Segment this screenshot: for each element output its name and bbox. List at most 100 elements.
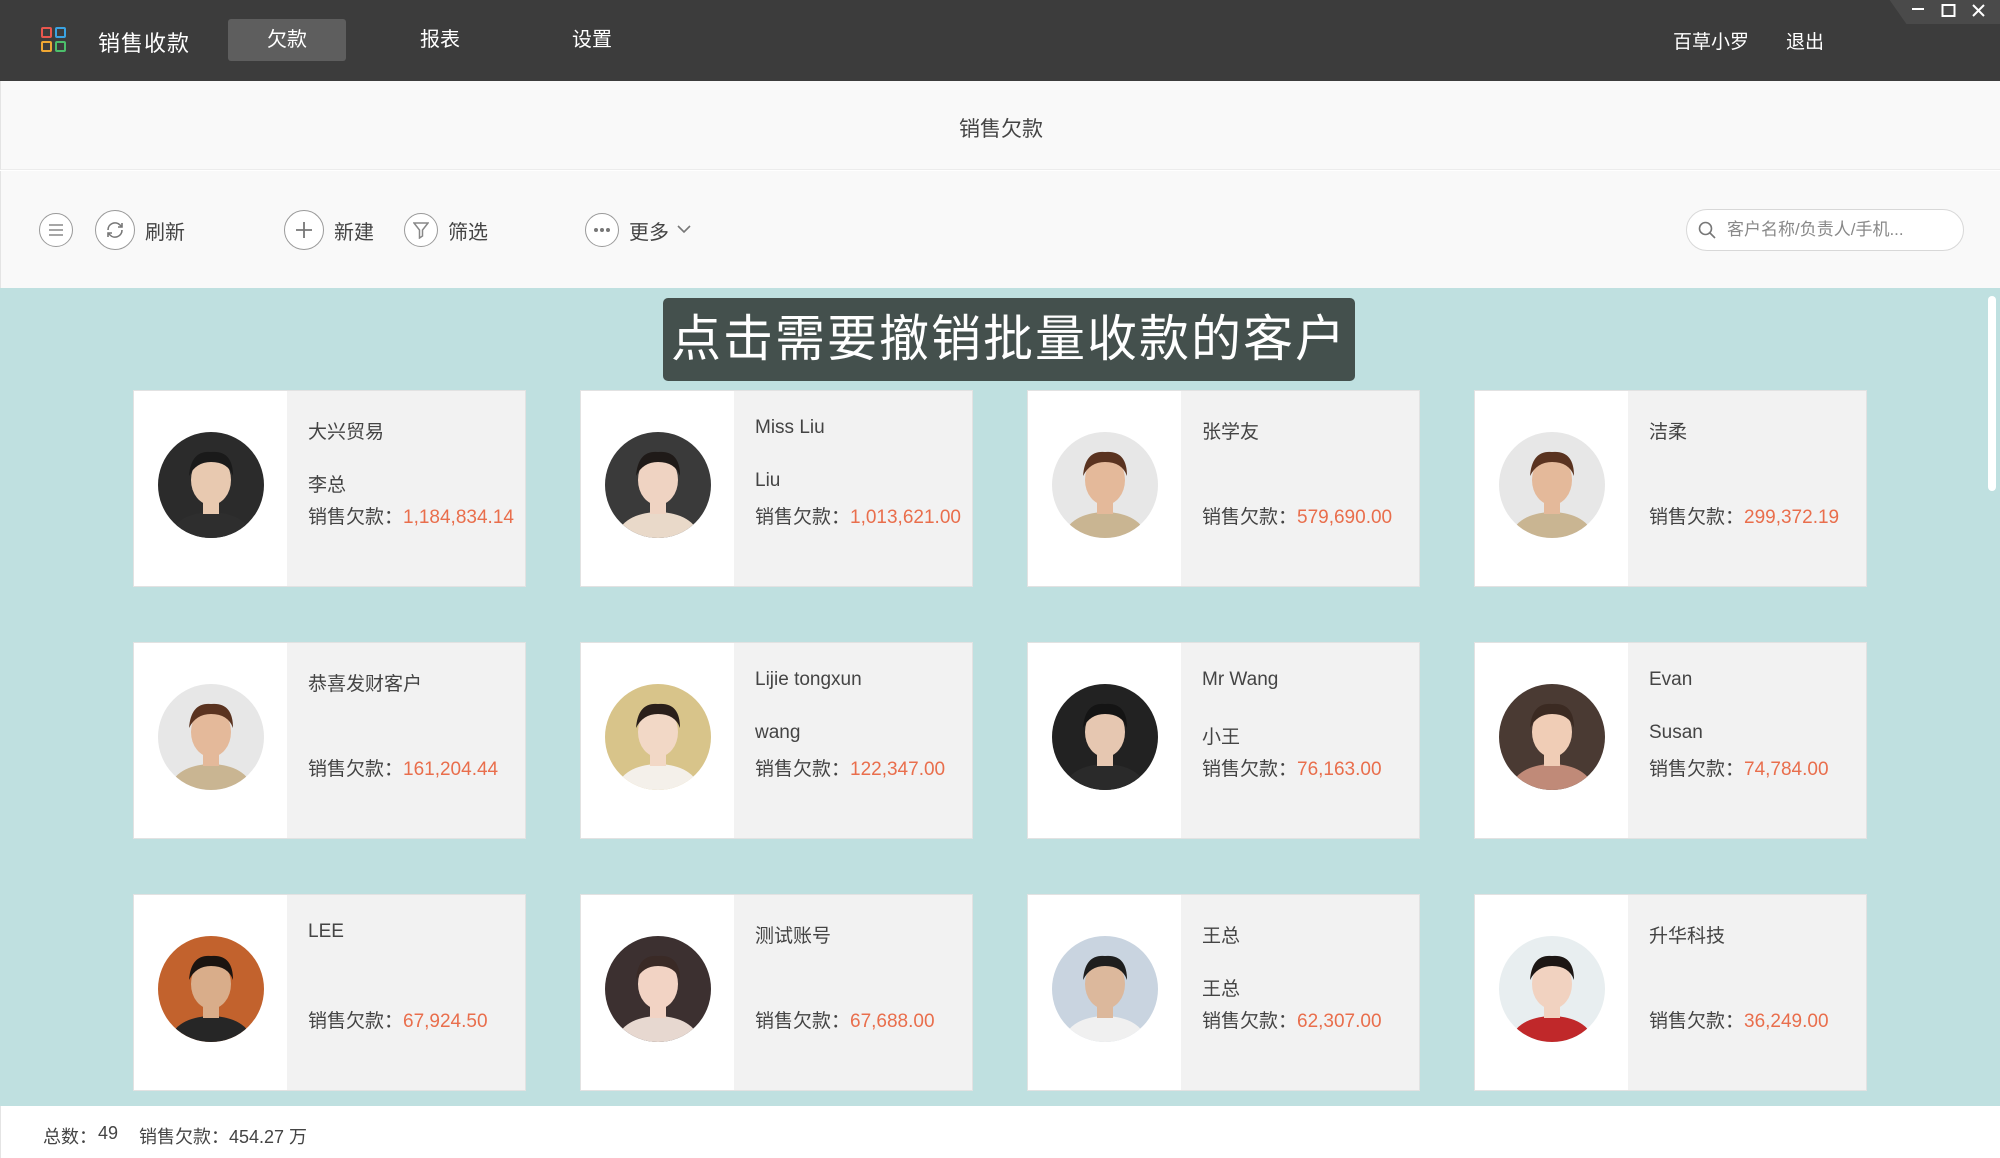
customer-debt: 销售欠款：62,307.00 [1202,1006,1382,1033]
title-bar: 销售收款 欠款 报表 设置 百草小罗 退出 [0,0,2000,81]
scrollbar[interactable] [1988,296,1996,491]
customer-card[interactable]: LEE 销售欠款：67,924.50 [133,894,526,1091]
card-avatar-panel [1028,895,1181,1090]
customer-card[interactable]: Evan Susan 销售欠款：74,784.00 [1474,642,1867,839]
tab-debt[interactable]: 欠款 [228,19,346,61]
plus-icon [284,210,324,250]
card-avatar-panel [134,895,287,1090]
debt-label: 销售欠款： [755,507,851,528]
chevron-down-icon [677,221,691,239]
debt-value: 1,013,621.00 [850,507,961,528]
customer-grid: 点击需要撤销批量收款的客户 大兴贸易 李总 销售欠款：1,184,834.14 Mis… [0,288,2000,1106]
card-avatar-panel [1028,391,1181,586]
customer-card[interactable]: 王总 王总 销售欠款：62,307.00 [1027,894,1420,1091]
search-box[interactable] [1686,209,1964,251]
debt-value: 74,784.00 [1744,759,1829,780]
menu-button[interactable] [39,209,73,251]
filter-button[interactable]: 筛选 [404,209,488,251]
customer-debt: 销售欠款：74,784.00 [1649,754,1829,781]
customer-name: 大兴贸易 [308,422,385,443]
customer-contact: 李总 [308,475,347,496]
customer-contact: wang [755,722,801,743]
close-icon[interactable] [1971,3,1986,23]
avatar [1499,684,1605,790]
debt-value: 62,307.00 [1297,1011,1382,1032]
avatar [1052,684,1158,790]
customer-card[interactable]: Mr Wang 小王 销售欠款：76,163.00 [1027,642,1420,839]
debt-value: 36,249.00 [1744,1011,1829,1032]
debt-value: 122,347.00 [850,759,946,780]
customer-debt: 销售欠款：36,249.00 [1649,1006,1829,1033]
debt-value: 579,690.00 [1297,507,1393,528]
customer-debt: 销售欠款：67,924.50 [308,1006,488,1033]
customer-debt: 销售欠款：67,688.00 [755,1006,935,1033]
customer-card[interactable]: 张学友销售欠款：579,690.00 [1027,390,1420,587]
customer-card[interactable]: 大兴贸易 李总 销售欠款：1,184,834.14 [133,390,526,587]
more-dots-icon [585,213,619,247]
customer-card[interactable]: 升华科技 销售欠款：36,249.00 [1474,894,1867,1091]
avatar [1499,936,1605,1042]
debt-label: 销售欠款： [308,759,404,780]
debt-label: 销售欠款： [755,1011,851,1032]
customer-contact: 小王 [1202,727,1241,748]
customer-card[interactable]: 测试账号 销售欠款：67,688.00 [580,894,973,1091]
filter-icon [404,213,438,247]
customer-card[interactable]: 恭喜发财客户销售欠款：161,204.44 [133,642,526,839]
app-grid-icon [41,27,67,53]
filter-label: 筛选 [448,221,488,244]
customer-name: 恭喜发财客户 [308,674,423,695]
card-avatar-panel [1028,643,1181,838]
debt-label: 销售欠款： [1202,1011,1298,1032]
maximize-icon[interactable] [1941,3,1956,23]
hint-banner: 点击需要撤销批量收款的客户 [663,298,1355,381]
status-bar: 总数： 49 销售欠款： 454.27 万 [0,1106,2000,1158]
menu-icon [39,213,73,247]
card-avatar-panel [1475,895,1628,1090]
avatar [1499,432,1605,538]
avatar [605,432,711,538]
page-header: 销售欠款 [0,81,2000,170]
debt-label: 销售欠款： [1202,507,1298,528]
customer-debt: 销售欠款：161,204.44 [308,754,498,781]
total-count-value: 49 [98,1123,119,1143]
avatar [158,432,264,538]
new-label: 新建 [334,221,374,244]
debt-value: 299,372.19 [1744,507,1840,528]
customer-contact: Susan [1649,722,1703,743]
customer-debt: 销售欠款：299,372.19 [1649,502,1839,529]
avatar [158,936,264,1042]
app-name: 销售收款 [98,31,191,56]
customer-debt: 销售欠款：76,163.00 [1202,754,1382,781]
refresh-icon [95,210,135,250]
user-name[interactable]: 百草小罗 [1673,27,1749,54]
customer-card[interactable]: 洁柔销售欠款：299,372.19 [1474,390,1867,587]
customer-name: 洁柔 [1649,422,1688,443]
card-avatar-panel [581,895,734,1090]
debt-label: 销售欠款： [755,759,851,780]
customer-contact: Liu [755,470,781,491]
search-icon [1698,221,1716,239]
customer-name: Evan [1649,669,1693,690]
customer-card[interactable]: Miss Liu Liu 销售欠款：1,013,621.00 [580,390,973,587]
more-button[interactable]: 更多 [585,209,691,251]
debt-label: 销售欠款： [1649,759,1745,780]
search-input[interactable] [1727,218,1952,242]
logout-link[interactable]: 退出 [1786,27,1824,54]
customer-name: Lijie tongxun [755,669,862,690]
customer-name: 张学友 [1202,422,1260,443]
refresh-button[interactable]: 刷新 [95,209,185,251]
customer-contact: 王总 [1202,979,1241,1000]
tab-reports[interactable]: 报表 [381,19,499,61]
more-label: 更多 [629,221,669,244]
debt-sum-label: 销售欠款： [139,1127,229,1147]
new-button[interactable]: 新建 [284,209,374,251]
debt-label: 销售欠款： [308,507,404,528]
avatar [605,684,711,790]
debt-label: 销售欠款： [1649,1011,1745,1032]
card-avatar-panel [1475,643,1628,838]
card-avatar-panel [581,643,734,838]
customer-debt: 销售欠款：122,347.00 [755,754,945,781]
customer-card[interactable]: Lijie tongxun wang 销售欠款：122,347.00 [580,642,973,839]
minimize-icon[interactable] [1910,0,1926,21]
tab-settings[interactable]: 设置 [533,19,651,61]
